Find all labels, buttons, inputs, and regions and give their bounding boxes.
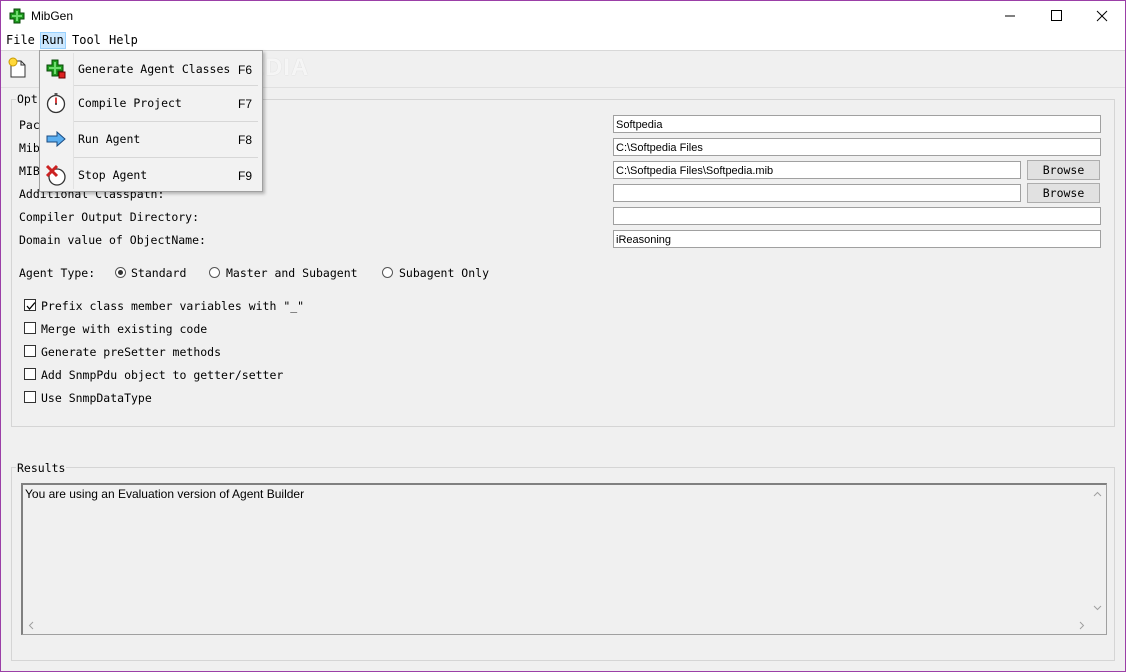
- checkmark-icon: [26, 302, 36, 311]
- package-label: Pac: [19, 118, 40, 132]
- minimize-icon: [1005, 15, 1015, 17]
- run-agent-label: Run Agent: [78, 132, 141, 146]
- output-dir-label: Compiler Output Directory:: [19, 210, 200, 224]
- domain-label: Domain value of ObjectName:: [19, 233, 206, 247]
- maximize-icon: [1051, 10, 1062, 21]
- classpath-browse-button[interactable]: Browse: [1027, 183, 1100, 203]
- mib-file-input[interactable]: C:\Softpedia Files\Softpedia.mib: [613, 161, 1021, 179]
- classpath-input[interactable]: [613, 184, 1021, 202]
- menu-item-stop-agent[interactable]: Stop Agent F9: [42, 159, 260, 191]
- menu-help[interactable]: Help: [109, 33, 138, 48]
- menu-bar: File Run Tool Help: [1, 31, 1125, 51]
- close-icon: [1096, 10, 1108, 22]
- snmppdu-checkbox[interactable]: [24, 368, 36, 380]
- results-textarea[interactable]: You are using an Evaluation version of A…: [21, 483, 1107, 635]
- app-window: MibGen File Run Tool Help SOFTPEDIA Opt …: [0, 0, 1126, 672]
- mib-file-label: MIB: [19, 164, 40, 178]
- menu-file[interactable]: File: [6, 33, 35, 48]
- stop-agent-label: Stop Agent: [78, 168, 148, 182]
- minimize-button[interactable]: [987, 1, 1033, 31]
- new-project-icon[interactable]: [7, 57, 29, 79]
- stop-agent-shortcut: F9: [237, 169, 252, 183]
- results-vertical-scrollbar[interactable]: [1089, 485, 1106, 618]
- maximize-button[interactable]: [1033, 1, 1079, 31]
- agent-type-master-radio[interactable]: [209, 267, 220, 278]
- agent-type-subagent-radio[interactable]: [382, 267, 393, 278]
- agent-type-master-label[interactable]: Master and Subagent: [226, 266, 358, 280]
- agent-type-standard-label[interactable]: Standard: [131, 266, 186, 280]
- snmppdu-label[interactable]: Add SnmpPdu object to getter/setter: [41, 368, 283, 382]
- mib-file-browse-button[interactable]: Browse: [1027, 160, 1100, 180]
- stop-icon: [45, 164, 66, 186]
- menu-separator: [74, 85, 258, 86]
- menu-separator: [74, 157, 258, 158]
- generate-agent-classes-shortcut: F6: [237, 63, 252, 77]
- prefix-vars-checkbox[interactable]: [24, 299, 36, 311]
- run-agent-shortcut: F8: [237, 133, 252, 147]
- scrollbar-corner: [1089, 617, 1106, 634]
- title-bar: MibGen: [1, 1, 1125, 31]
- scroll-arrows-vertical-icon: [1093, 491, 1102, 611]
- window-title: MibGen: [31, 9, 74, 23]
- snmpdatatype-checkbox[interactable]: [24, 391, 36, 403]
- prefix-vars-label[interactable]: Prefix class member variables with "_": [41, 299, 304, 313]
- output-dir-input[interactable]: [613, 207, 1101, 225]
- green-cross-icon: [46, 59, 66, 79]
- stopwatch-icon: [46, 93, 66, 114]
- merge-code-label[interactable]: Merge with existing code: [41, 322, 207, 336]
- mib-module-label: Mib: [19, 141, 40, 155]
- results-horizontal-scrollbar[interactable]: [23, 617, 1090, 634]
- menu-item-generate-agent-classes[interactable]: Generate Agent Classes F6: [42, 53, 260, 85]
- scroll-arrows-horizontal-icon: [28, 621, 1085, 630]
- menu-item-run-agent[interactable]: Run Agent F8: [42, 123, 260, 155]
- presetter-checkbox[interactable]: [24, 345, 36, 357]
- agent-type-subagent-label[interactable]: Subagent Only: [399, 266, 489, 280]
- close-button[interactable]: [1079, 1, 1125, 31]
- merge-code-checkbox[interactable]: [24, 322, 36, 334]
- generate-agent-classes-label: Generate Agent Classes: [78, 62, 231, 76]
- options-legend: Opt: [16, 92, 39, 106]
- domain-input[interactable]: iReasoning: [613, 230, 1101, 248]
- package-input[interactable]: Softpedia: [613, 115, 1101, 133]
- blue-arrow-icon: [46, 130, 66, 148]
- agent-type-standard-radio[interactable]: [115, 267, 126, 278]
- agent-type-label: Agent Type:: [19, 266, 96, 280]
- menu-tool[interactable]: Tool: [72, 33, 101, 48]
- results-legend: Results: [16, 461, 67, 475]
- compile-project-label: Compile Project: [78, 96, 182, 110]
- menu-run[interactable]: Run: [40, 32, 66, 49]
- menu-item-compile-project[interactable]: Compile Project F7: [42, 87, 260, 119]
- snmpdatatype-label[interactable]: Use SnmpDataType: [41, 391, 152, 405]
- presetter-label[interactable]: Generate preSetter methods: [41, 345, 221, 359]
- results-text: You are using an Evaluation version of A…: [25, 487, 305, 501]
- menu-separator: [74, 121, 258, 122]
- mib-module-input[interactable]: C:\Softpedia Files: [613, 138, 1101, 156]
- compile-project-shortcut: F7: [237, 97, 252, 111]
- mibgen-app-icon: [9, 8, 25, 24]
- run-dropdown-menu: Generate Agent Classes F6 Compile Projec…: [39, 50, 263, 192]
